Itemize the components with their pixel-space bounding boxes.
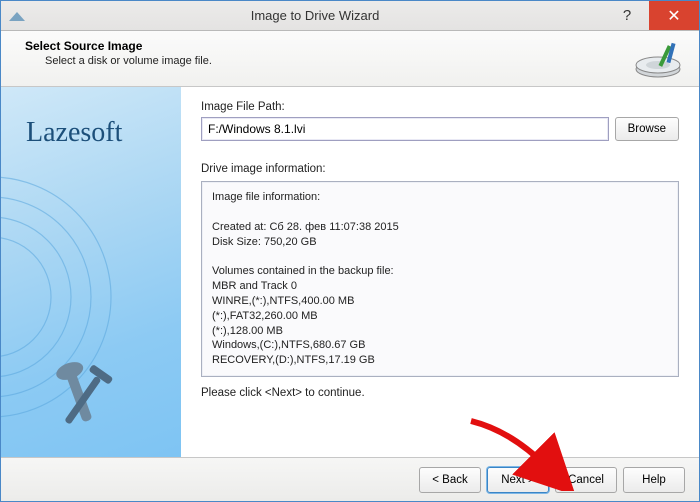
brand-logo: Lazesoft <box>26 117 122 149</box>
cancel-button[interactable]: Cancel <box>555 467 617 493</box>
close-button[interactable]: ✕ <box>649 1 699 30</box>
browse-button[interactable]: Browse <box>615 117 679 141</box>
help-button-footer[interactable]: Help <box>623 467 685 493</box>
window-title: Image to Drive Wizard <box>25 8 605 23</box>
page-title: Select Source Image <box>25 39 212 53</box>
wizard-content: Image File Path: Browse Drive image info… <box>181 87 699 457</box>
window-controls: ? ✕ <box>605 1 699 30</box>
close-icon: ✕ <box>667 6 680 26</box>
image-path-input[interactable] <box>201 117 609 141</box>
info-label: Drive image information: <box>201 163 679 175</box>
wizard-side-panel: Lazesoft <box>1 87 181 457</box>
tools-icon <box>36 357 126 447</box>
back-button[interactable]: < Back <box>419 467 481 493</box>
wizard-footer: < Back Next > Cancel Help <box>1 457 699 501</box>
app-icon <box>9 8 25 24</box>
next-button[interactable]: Next > <box>487 467 549 493</box>
hint-text: Please click <Next> to continue. <box>201 387 679 399</box>
titlebar: Image to Drive Wizard ? ✕ <box>1 1 699 31</box>
help-icon: ? <box>623 7 631 24</box>
drive-icon <box>633 39 683 79</box>
wizard-header: Select Source Image Select a disk or vol… <box>1 31 699 87</box>
page-subtitle: Select a disk or volume image file. <box>25 55 212 67</box>
help-button[interactable]: ? <box>605 1 649 30</box>
drive-info-box: Image file information: Created at: Сб 2… <box>201 181 679 377</box>
path-label: Image File Path: <box>201 101 679 113</box>
